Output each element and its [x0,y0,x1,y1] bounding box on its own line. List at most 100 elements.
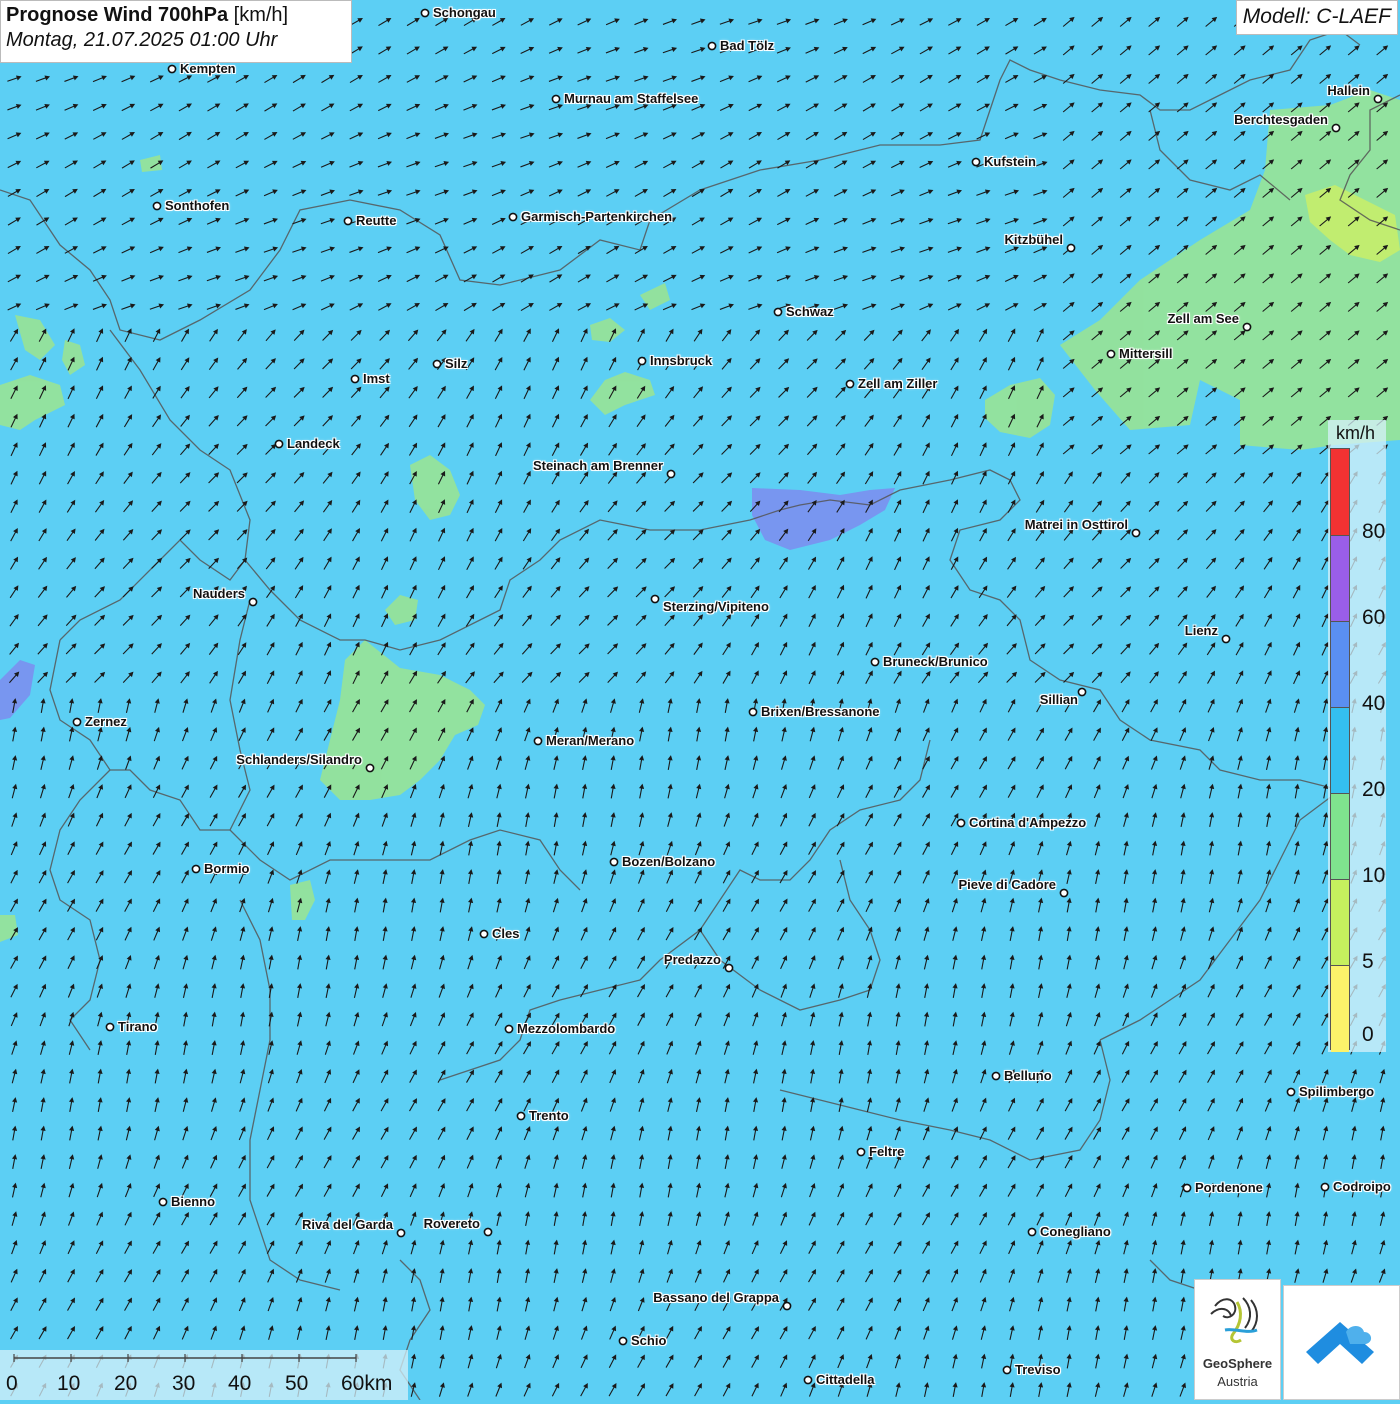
city-marker [1002,1365,1012,1375]
city-marker [516,1111,526,1121]
city-label: Bormio [204,861,250,876]
city-label: Bassano del Grappa [653,1290,779,1305]
city-label: Sillian [1039,692,1078,707]
city-marker [1131,528,1141,538]
city-label: Murnau am Staffelsee [564,91,699,106]
city-label: Rovereto [423,1216,480,1231]
scale-label: 60km [341,1372,393,1395]
city-label: Bienno [171,1194,216,1209]
legend-label: 40 [1362,692,1386,715]
city-marker [396,1228,406,1238]
city-label: Pieve di Cadore [958,877,1056,892]
title-box: Prognose Wind 700hPa [km/h] Montag, 21.0… [0,0,352,63]
city-marker [1221,634,1231,644]
legend-swatch [1331,621,1349,708]
legend-label: 60 [1362,606,1386,629]
city-label: Schlanders/Silandro [236,752,362,767]
city-marker [773,307,783,317]
weather-app-logo[interactable] [1283,1285,1400,1400]
legend-swatch [1331,793,1349,880]
legend-swatch [1331,535,1349,622]
scale-label: 20 [114,1372,138,1395]
city-label: Schongau [433,5,496,20]
city-label: Matrei in Osttirol [1024,517,1128,532]
scale-label: 50 [285,1372,309,1395]
geosphere-name: GeoSphere [1202,1356,1273,1371]
geosphere-swirl-icon [1210,1297,1258,1344]
city-marker [1373,94,1383,104]
city-label: Zell am Ziller [858,376,938,391]
city-marker [1106,349,1116,359]
city-marker [1182,1183,1192,1193]
city-label: Conegliano [1040,1224,1111,1239]
city-marker [533,736,543,746]
city-label: Schwaz [786,304,834,319]
city-marker [158,1197,168,1207]
city-label: Codroipo [1333,1179,1391,1194]
legend-color-bar [1330,448,1350,1052]
city-label: Cittadella [816,1372,875,1387]
city-label: Tirano [118,1019,158,1034]
city-marker [1286,1087,1296,1097]
city-marker [479,929,489,939]
geosphere-country: Austria [1217,1374,1258,1389]
city-label: Imst [363,371,390,386]
city-marker [508,212,518,222]
city-marker [420,8,430,18]
city-marker [971,157,981,167]
city-label: Hallein [1327,83,1370,98]
legend-label: 10 [1362,864,1386,887]
city-marker [707,41,717,51]
city-label: Kitzbühel [1004,232,1064,247]
city-label: Nauders [192,586,245,601]
app-arrow-icon [1306,1322,1374,1364]
model-label: Modell: C-LAEF [1235,0,1398,35]
city-marker [618,1336,628,1346]
legend-label: 80 [1362,520,1386,543]
scale-label: 40 [228,1372,252,1395]
city-marker [1059,888,1069,898]
legend-swatch [1331,707,1349,794]
city-label: Bruneck/Brunico [883,654,988,669]
city-marker [748,707,758,717]
city-marker [637,356,647,366]
legend-swatch [1331,449,1349,535]
city-label: Treviso [1015,1362,1061,1377]
city-marker [1077,687,1087,697]
city-label: Berchtesgaden [1234,112,1328,127]
city-label: Mezzolombardo [517,1021,616,1036]
city-marker [1331,123,1341,133]
legend-label: 5 [1362,950,1374,973]
city-label: Schio [631,1333,667,1348]
city-label: Pordenone [1195,1180,1263,1195]
map-unit: [km/h] [233,4,289,26]
city-label: Innsbruck [650,353,713,368]
city-label: Zell am See [1167,311,1239,326]
legend-swatch [1331,965,1349,1052]
city-label: Spilimbergo [1299,1084,1375,1099]
city-marker [350,374,360,384]
city-marker [609,857,619,867]
city-label: Mittersill [1119,346,1173,361]
city-marker [152,201,162,211]
city-marker [870,657,880,667]
city-marker [724,963,734,973]
city-label: Brixen/Bressanone [761,704,880,719]
city-label: Reutte [356,213,397,228]
city-label: Cles [492,926,520,941]
city-marker [248,597,258,607]
city-label: Silz [445,356,468,371]
legend-label: 20 [1362,778,1386,801]
city-marker [72,717,82,727]
city-label: Belluno [1004,1068,1052,1083]
city-marker [1242,322,1252,332]
geosphere-logo[interactable]: GeoSphere Austria [1194,1279,1281,1400]
city-label: Feltre [869,1144,905,1159]
city-marker [167,64,177,74]
city-marker [483,1227,493,1237]
color-legend: km/h 80 60 40 20 10 5 0 [1328,420,1386,1052]
city-label: Landeck [287,436,340,451]
city-marker [365,763,375,773]
scale-label: 10 [57,1372,81,1395]
scale-label: 0 [6,1372,18,1395]
